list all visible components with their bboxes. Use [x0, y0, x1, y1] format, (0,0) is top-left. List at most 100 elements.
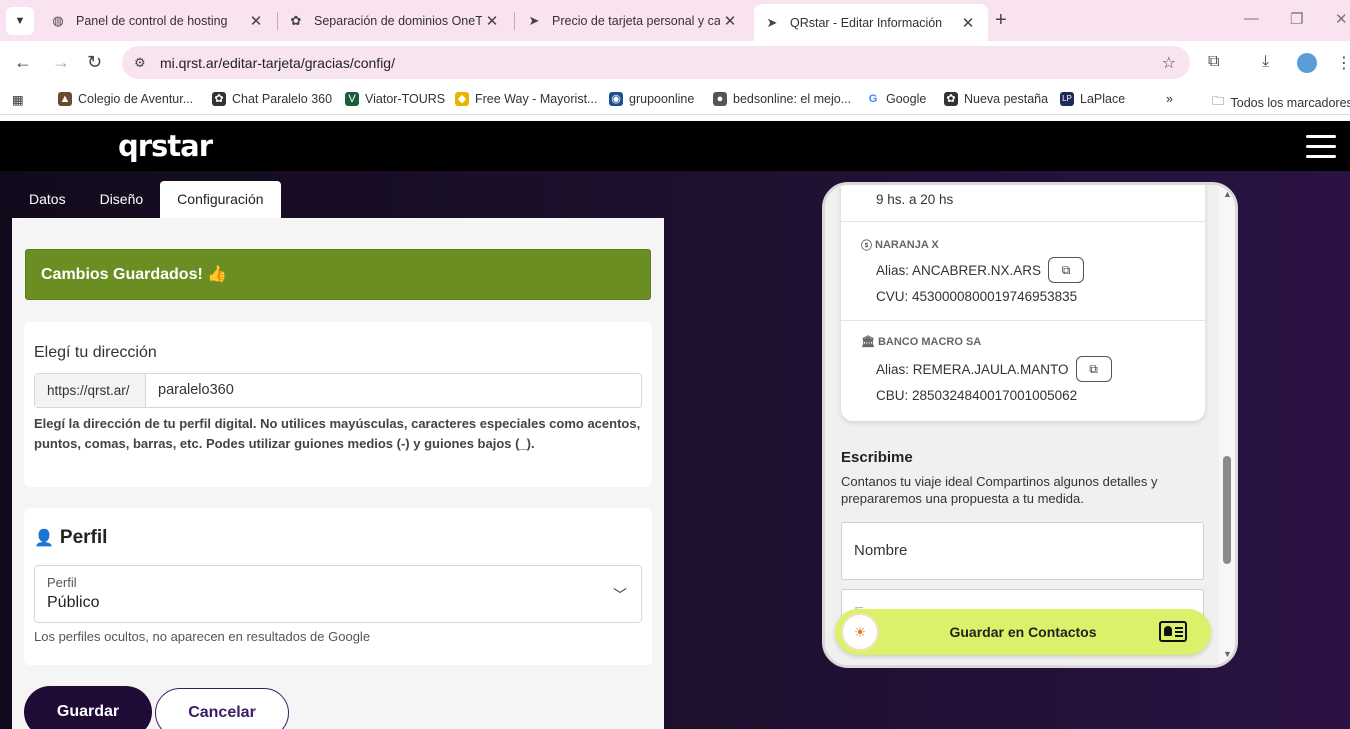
minimize-icon[interactable]: —	[1244, 10, 1259, 27]
profile-select-value: Público	[47, 594, 100, 611]
forward-arrow-icon[interactable]: →	[52, 52, 70, 73]
user-icon: 👤	[34, 530, 54, 547]
bookmark-freeway[interactable]: ◆ Free Way - Mayorist...	[455, 92, 597, 106]
bookmark-colegio[interactable]: ▲ Colegio de Aventur...	[58, 92, 193, 106]
more-bookmarks-icon[interactable]: »	[1166, 92, 1173, 106]
openai-icon: ✿	[290, 12, 302, 28]
editor-tabs: Datos Diseño Configuración	[12, 181, 281, 218]
bookmark-star-icon[interactable]: ☆	[1162, 53, 1176, 73]
tab-search-button[interactable]: ▼	[6, 7, 34, 35]
reload-icon[interactable]: ↻	[87, 52, 102, 73]
bookmark-nueva-pestana[interactable]: ✿ Nueva pestaña	[944, 92, 1048, 106]
google-icon: G	[866, 92, 880, 106]
hamburger-menu-icon[interactable]	[1306, 135, 1336, 159]
profile-title: 👤 Perfil	[34, 527, 108, 548]
bookmark-favicon-icon: ◉	[609, 92, 623, 106]
name-input[interactable]: Nombre	[841, 522, 1204, 580]
back-arrow-icon[interactable]: ←	[14, 52, 32, 73]
profile-card: 👤 Perfil Perfil Público ﹀ Los perfiles oc…	[24, 508, 652, 665]
scroll-thumb[interactable]	[1223, 456, 1231, 564]
save-contacts-label: Guardar en Contactos	[949, 624, 1097, 640]
save-button[interactable]: Guardar	[24, 686, 152, 729]
new-tab-button[interactable]: +	[995, 9, 1007, 32]
bookmark-favicon-icon: ◆	[455, 92, 469, 106]
extensions-icon[interactable]: ⧉	[1208, 53, 1219, 71]
tab-configuracion[interactable]: Configuración	[160, 181, 281, 218]
page-body: qrstar Datos Diseño Configuración Cambio…	[0, 121, 1350, 729]
folder-icon: 🗀	[1212, 94, 1225, 108]
phone-scrollbar[interactable]: ▲ ▼	[1219, 185, 1235, 665]
apps-grid-icon[interactable]: ▦	[12, 92, 24, 107]
bank-macro: 🏛 BANCO MACRO SA	[861, 335, 982, 349]
download-icon[interactable]: ⤓	[1262, 53, 1269, 71]
openai-icon: ✿	[212, 92, 226, 106]
bookmark-grupoonline[interactable]: ◉ grupoonline	[609, 92, 694, 106]
success-alert: Cambios Guardados! 👍	[25, 249, 651, 300]
url-omnibox[interactable]: ⚙ mi.qrst.ar/editar-tarjeta/gracias/conf…	[122, 46, 1190, 79]
globe-icon: ◍	[52, 12, 64, 28]
account-row: CBU: 2850324840017001005062	[876, 388, 1078, 403]
bank-naranja: ⓢ NARANJA X	[861, 239, 939, 252]
coin-icon: ⓢ	[861, 240, 872, 252]
url-text[interactable]: mi.qrst.ar/editar-tarjeta/gracias/config…	[160, 55, 395, 71]
close-tab-icon[interactable]: ✕	[720, 12, 740, 30]
site-header: qrstar	[0, 121, 1350, 171]
close-tab-icon[interactable]: ✕	[958, 14, 978, 32]
config-panel: Cambios Guardados! 👍 Elegí tu dirección …	[12, 218, 664, 729]
phone-preview: 9 hs. a 20 hs ⓢ NARANJA X Alias: ANCABRER…	[822, 182, 1238, 668]
tab-separator	[514, 12, 515, 30]
restore-icon[interactable]: ❐	[1290, 10, 1303, 28]
address-input[interactable]: paralelo360	[146, 374, 641, 407]
alias-row: Alias: REMERA.JAULA.MANTO ⧉	[876, 356, 1112, 382]
tab-datos[interactable]: Datos	[12, 181, 83, 218]
bookmark-laplace[interactable]: LP LaPlace	[1060, 92, 1125, 106]
close-tab-icon[interactable]: ✕	[246, 12, 266, 30]
location-pin-icon: ●	[713, 92, 727, 106]
browser-tab-precio[interactable]: ➤ Precio de tarjeta personal y carta ✕	[516, 4, 750, 37]
phone-screen: 9 hs. a 20 hs ⓢ NARANJA X Alias: ANCABRER…	[825, 185, 1219, 665]
contact-card-icon	[1159, 621, 1187, 642]
bookmark-google[interactable]: G Google	[866, 92, 926, 106]
bookmark-favicon-icon: LP	[1060, 92, 1074, 106]
close-window-icon[interactable]: ✕	[1335, 10, 1348, 28]
chevron-down-icon: ﹀	[613, 587, 627, 603]
tab-diseno[interactable]: Diseño	[83, 181, 161, 218]
divider	[841, 221, 1205, 222]
bookmark-favicon-icon: ▲	[58, 92, 72, 106]
bookmarks-bar: ▦ ▲ Colegio de Aventur... ✿ Chat Paralelo …	[0, 85, 1350, 115]
bookmark-favicon-icon: V	[345, 92, 359, 106]
site-settings-icon[interactable]: ⚙	[134, 55, 160, 71]
divider	[841, 320, 1205, 321]
copy-icon[interactable]: ⧉	[1048, 257, 1085, 283]
qrstar-logo[interactable]: qrstar	[118, 129, 213, 163]
cancel-button[interactable]: Cancelar	[155, 688, 289, 729]
bank-icon: 🏛	[861, 336, 875, 348]
scroll-up-icon[interactable]: ▲	[1223, 189, 1232, 199]
menu-kebab-icon[interactable]: ⋮	[1336, 53, 1350, 73]
contact-title: Escribime	[841, 449, 913, 466]
profile-note: Los perfiles ocultos, no aparecen en res…	[34, 629, 371, 644]
address-bar-row: ← → ↻ ⚙ mi.qrst.ar/editar-tarjeta/gracia…	[0, 41, 1350, 85]
scroll-down-icon[interactable]: ▼	[1223, 649, 1232, 659]
address-prefix: https://qrst.ar/	[35, 374, 146, 407]
all-bookmarks-folder[interactable]: 🗀 Todos los marcadores	[1212, 92, 1350, 113]
openai-icon: ✿	[944, 92, 958, 106]
hours-text: 9 hs. a 20 hs	[876, 192, 954, 207]
address-input-group: https://qrst.ar/ paralelo360	[34, 373, 642, 408]
contact-description: Contanos tu viaje ideal Compartinos algu…	[841, 474, 1158, 506]
save-contacts-button[interactable]: ☀ Guardar en Contactos	[835, 609, 1211, 655]
profile-select-label: Perfil	[47, 575, 77, 590]
browser-tab-onetap[interactable]: ✿ Separación de dominios OneTap ✕	[278, 4, 512, 37]
profile-select[interactable]: Perfil Público ﹀	[34, 565, 642, 623]
address-card: Elegí tu dirección https://qrst.ar/ para…	[24, 322, 652, 487]
copy-icon[interactable]: ⧉	[1075, 356, 1112, 382]
profile-avatar-icon[interactable]	[1297, 53, 1317, 73]
browser-tab-hosting[interactable]: ◍ Panel de control de hosting ✕	[40, 4, 276, 37]
bookmark-chat[interactable]: ✿ Chat Paralelo 360	[212, 92, 332, 106]
browser-tab-qrstar-active[interactable]: ➤ QRstar - Editar Información ✕	[754, 4, 988, 41]
address-label: Elegí tu dirección	[34, 344, 157, 361]
bookmark-bedsonline[interactable]: ● bedsonline: el mejo...	[713, 92, 851, 106]
close-tab-icon[interactable]: ✕	[482, 12, 502, 30]
bookmark-viator[interactable]: V Viator-TOURS	[345, 92, 445, 106]
address-help-text: Elegí la dirección de tu perfil digital.…	[34, 416, 641, 451]
